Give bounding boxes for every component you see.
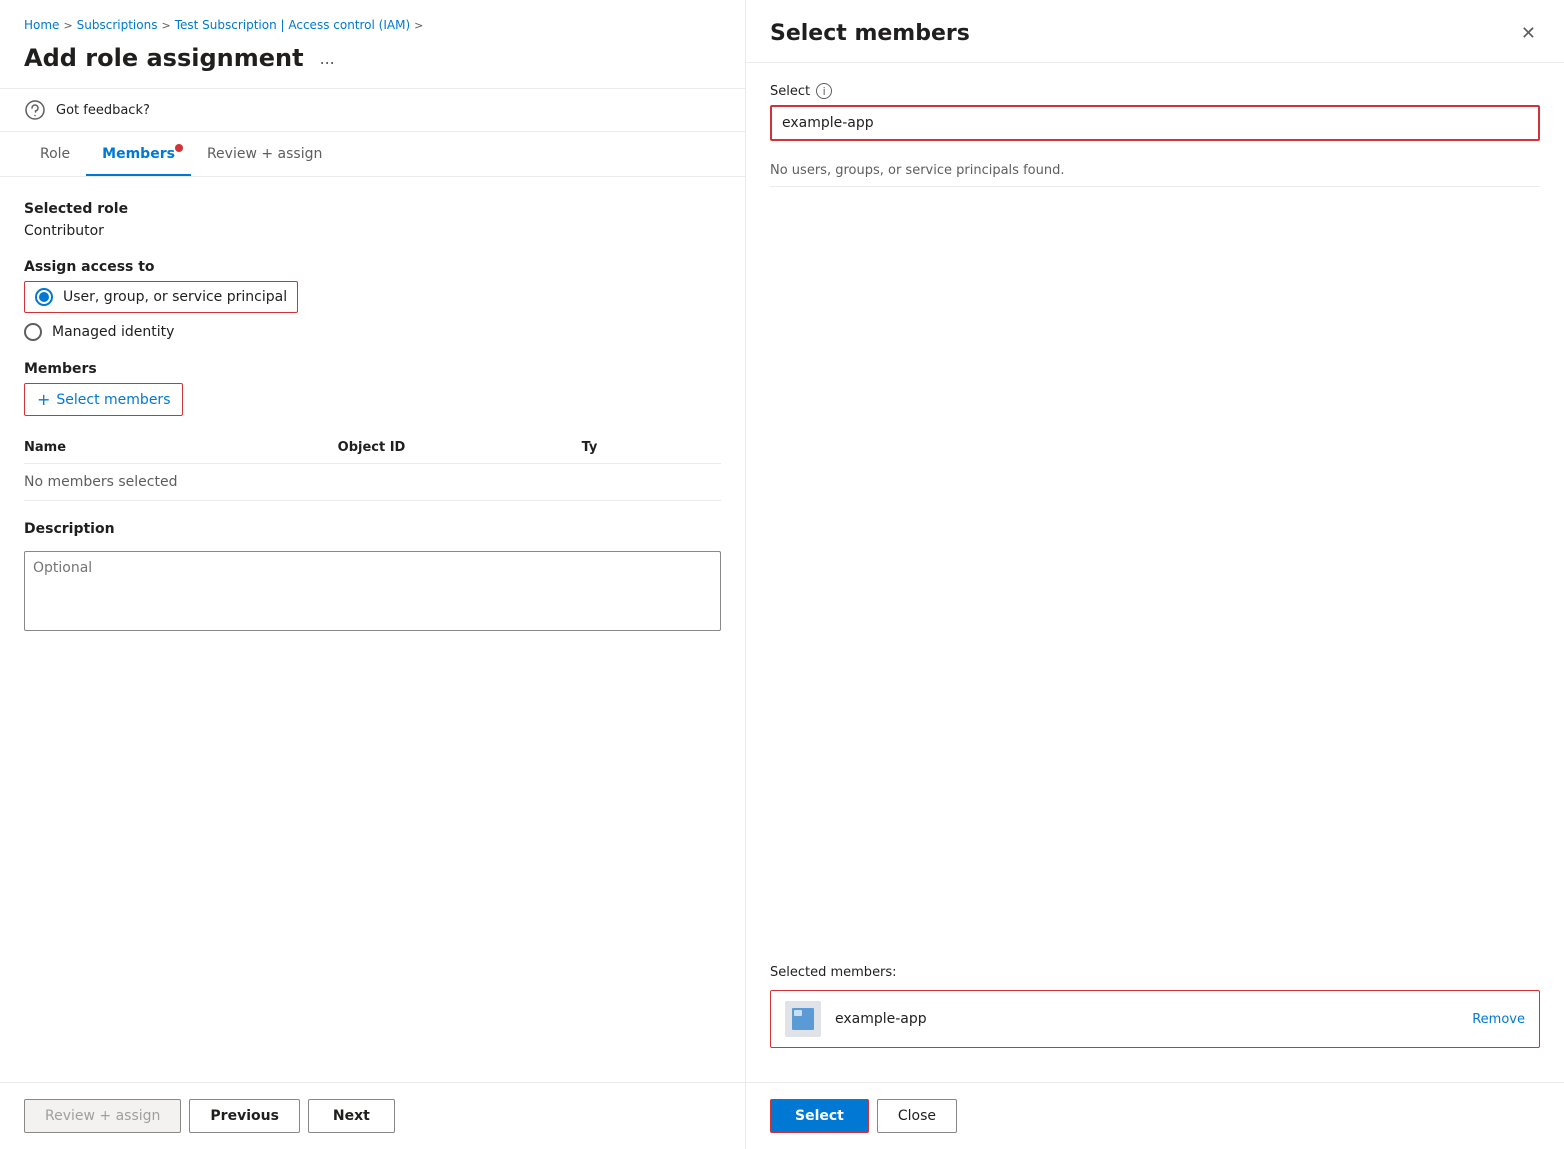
no-results-message: No users, groups, or service principals … [770,155,1540,187]
tab-members-dot [175,144,183,152]
breadcrumb-sep-1: > [63,19,72,32]
review-assign-button: Review + assign [24,1099,181,1133]
breadcrumb-home[interactable]: Home [24,18,59,32]
radio-user-group-inner [39,292,49,302]
radio-user-group[interactable]: User, group, or service principal [24,281,721,313]
breadcrumb-sep-3: > [414,19,423,32]
ellipsis-button[interactable]: ... [314,46,341,71]
description-label: Description [24,521,721,537]
page-title-row: Add role assignment ... [0,40,745,88]
feedback-icon [24,99,46,121]
panel-title: Select members [770,21,970,46]
members-section: Members + Select members Name Object ID … [24,361,721,501]
radio-managed-identity[interactable]: Managed identity [24,323,721,341]
breadcrumb-subscriptions[interactable]: Subscriptions [77,18,158,32]
feedback-bar: Got feedback? [0,88,745,132]
panel-footer: Select Close [746,1082,1564,1149]
member-name: example-app [835,1011,1525,1027]
col-name-header: Name [24,432,338,464]
panel-select-button[interactable]: Select [770,1099,869,1133]
panel-content: Select i No users, groups, or service pr… [746,63,1564,1082]
tabs: Role Members Review + assign [0,132,745,177]
left-panel: Home > Subscriptions > Test Subscription… [0,0,745,1149]
selected-member-card: example-app Remove [770,990,1540,1048]
remove-member-button[interactable]: Remove [1472,1012,1525,1027]
tab-members[interactable]: Members [86,132,191,176]
panel-header: Select members ✕ [746,0,1564,63]
empty-message: No members selected [24,464,721,501]
col-objectid-header: Object ID [338,432,582,464]
select-label-text: Select [770,84,810,99]
description-section: Description [24,521,721,635]
radio-managed-identity-label: Managed identity [52,324,174,340]
next-button[interactable]: Next [308,1099,395,1133]
col-type-header: Ty [582,432,721,464]
assign-access-label: Assign access to [24,259,721,275]
table-row-empty: No members selected [24,464,721,501]
right-panel: Select members ✕ Select i No users, grou… [745,0,1564,1149]
breadcrumb: Home > Subscriptions > Test Subscription… [0,0,745,40]
select-members-label: Select members [56,392,170,408]
member-avatar [785,1001,821,1037]
radio-user-group-outer [35,288,53,306]
spacer [770,187,1540,965]
select-members-button[interactable]: + Select members [24,383,183,416]
search-input[interactable] [772,107,1538,139]
tab-review[interactable]: Review + assign [191,132,338,176]
search-input-wrap [770,105,1540,141]
panel-close-button[interactable]: Close [877,1099,957,1133]
main-content: Selected role Contributor Assign access … [0,177,745,1082]
breadcrumb-sep-2: > [161,19,170,32]
page-title: Add role assignment [24,44,304,72]
previous-button[interactable]: Previous [189,1099,300,1133]
members-table: Name Object ID Ty No members selected [24,432,721,501]
radio-managed-identity-outer [24,323,42,341]
members-label: Members [24,361,721,377]
assign-access-section: Assign access to User, group, or service… [24,259,721,341]
select-label-row: Select i [770,83,1540,99]
radio-user-group-label: User, group, or service principal [63,289,287,305]
selected-members-label: Selected members: [770,965,1540,980]
feedback-text: Got feedback? [56,103,150,118]
radio-user-group-border: User, group, or service principal [24,281,298,313]
tab-role[interactable]: Role [24,132,86,176]
selected-role-label: Selected role [24,201,721,217]
bottom-bar: Review + assign Previous Next [0,1082,745,1149]
close-panel-button[interactable]: ✕ [1517,20,1540,46]
description-textarea[interactable] [24,551,721,631]
breadcrumb-iam[interactable]: Test Subscription | Access control (IAM) [175,18,410,32]
info-icon[interactable]: i [816,83,832,99]
plus-icon: + [37,390,50,409]
selected-role-value: Contributor [24,223,721,239]
member-avatar-inner [792,1008,814,1030]
